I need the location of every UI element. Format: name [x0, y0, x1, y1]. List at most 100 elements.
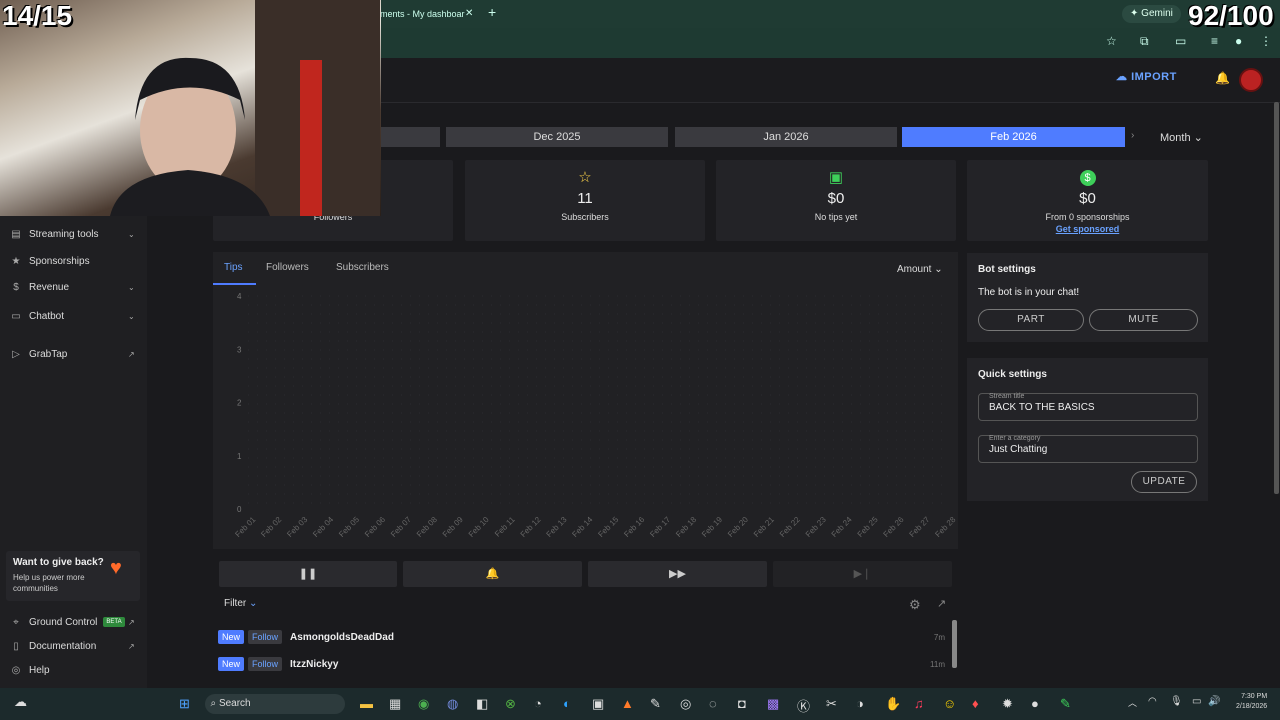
filter-select[interactable]: Filter ⌄	[224, 598, 257, 609]
pause-button[interactable]: ❚❚	[219, 561, 397, 587]
app-icon[interactable]: ✎	[1060, 696, 1071, 712]
calendar-icon[interactable]: ▩	[767, 696, 779, 712]
gear-icon[interactable]: ⚙	[909, 597, 921, 613]
music-icon[interactable]: ♫	[914, 696, 924, 711]
notifications-bell-icon[interactable]: 🔔	[1215, 71, 1230, 85]
xbox-icon[interactable]: ⊗	[505, 696, 516, 712]
new-tab-button[interactable]: +	[488, 4, 496, 20]
y-tick-label: 0	[237, 505, 242, 514]
taskbar-clock[interactable]: 7:30 PM 2/18/2026	[1236, 692, 1267, 712]
volume-icon[interactable]: 🔊	[1208, 696, 1220, 707]
tips-value: $0	[827, 190, 845, 207]
tab-tips[interactable]: Tips	[224, 262, 243, 273]
app-icon[interactable]: ✹	[1002, 696, 1013, 712]
quick-settings-title: Quick settings	[978, 369, 1047, 380]
give-back-card[interactable]: Want to give back? Help us power more co…	[6, 551, 140, 601]
profile-icon[interactable]: ●	[1235, 34, 1242, 48]
category-field[interactable]: Enter a category Just Chatting	[978, 435, 1198, 463]
display-icon[interactable]: ▭	[1192, 696, 1201, 707]
file-explorer-icon[interactable]: ▬	[360, 696, 373, 711]
sidebar-item-help[interactable]: ◎ Help	[0, 661, 147, 681]
skip-end-button[interactable]: ▶❘	[773, 561, 952, 587]
month-tab-feb[interactable]: Feb 2026	[902, 127, 1125, 147]
active-tab-underline	[213, 283, 256, 285]
star-icon: ★	[11, 256, 21, 267]
gemini-button[interactable]: ✦ Gemini	[1122, 5, 1181, 23]
x-tick-label: Feb 18	[674, 515, 698, 539]
popout-icon[interactable]: ↗	[937, 597, 946, 610]
give-back-text: Help us power more communities	[13, 573, 85, 593]
import-button[interactable]: ☁ IMPORT	[1116, 70, 1177, 83]
month-tab-previous[interactable]	[380, 127, 440, 147]
update-button[interactable]: UPDATE	[1131, 471, 1197, 493]
period-select[interactable]: Month ⌄	[1160, 131, 1203, 144]
clock-date: 2/18/2026	[1236, 703, 1268, 710]
stream-title-field[interactable]: Stream title BACK TO THE BASICS	[978, 393, 1198, 421]
cast-icon[interactable]: ▭	[1175, 34, 1186, 48]
list-item[interactable]: New Follow AsmongoldsDeadDad 7m	[218, 626, 953, 650]
chevron-right-icon[interactable]: ›	[1131, 130, 1134, 141]
tab-subscribers[interactable]: Subscribers	[336, 262, 389, 273]
menu-icon[interactable]: ⋮	[1260, 34, 1272, 48]
get-sponsored-link[interactable]: Get sponsored	[967, 224, 1208, 234]
app-icon[interactable]: ♦	[972, 696, 979, 711]
weather-icon[interactable]: ☁	[14, 694, 27, 710]
chevron-down-icon: ⌄	[128, 230, 135, 239]
discord-icon[interactable]: ◍	[447, 696, 458, 712]
sidebar-item-chatbot[interactable]: ▭ Chatbot ⌄	[0, 307, 147, 327]
alert-bell-button[interactable]: 🔔	[403, 561, 582, 587]
app-icon[interactable]: ✂	[826, 696, 837, 712]
avatar[interactable]	[1239, 68, 1263, 92]
chevron-down-icon: ⌄	[249, 598, 258, 609]
sidebar-item-grabtap[interactable]: ▷ GrabTap ↗	[0, 345, 147, 365]
tab-close-icon[interactable]: ✕	[465, 4, 473, 24]
app-icon[interactable]: ▣	[592, 696, 604, 712]
x-tick-label: Feb 05	[337, 515, 361, 539]
mute-button[interactable]: MUTE	[1089, 309, 1198, 331]
obs-icon[interactable]: ◎	[680, 696, 691, 712]
subscribers-card: ☆ 11 Subscribers	[465, 160, 705, 241]
network-icon[interactable]: ◠	[1148, 696, 1157, 707]
app-icon[interactable]: ●	[1031, 696, 1039, 711]
windows-start-icon[interactable]: ⊞	[179, 696, 190, 712]
reading-list-icon[interactable]: ≡	[1211, 34, 1218, 48]
sidebar-item-sponsorships[interactable]: ★ Sponsorships	[0, 252, 147, 272]
epic-games-icon[interactable]: ◧	[476, 696, 488, 712]
app-icon[interactable]: ◑	[856, 696, 864, 711]
bookmark-star-icon[interactable]: ☆	[1106, 34, 1117, 48]
app-icon[interactable]: ✋	[885, 696, 901, 712]
page-scrollbar[interactable]	[1274, 102, 1279, 494]
tab-followers[interactable]: Followers	[266, 262, 309, 273]
sidebar-item-documentation[interactable]: ▯ Documentation ↗	[0, 637, 147, 657]
sidebar-item-ground-control[interactable]: ⌖ Ground Control BETA ↗	[0, 613, 147, 633]
sidebar-item-streaming-tools[interactable]: ▤ Streaming tools ⌄	[0, 225, 147, 245]
app-icon[interactable]: ✎	[650, 696, 661, 712]
month-tab-jan[interactable]: Jan 2026	[675, 127, 897, 147]
y-tick-label: 1	[237, 452, 242, 461]
chevron-up-icon[interactable]: ︿	[1128, 696, 1137, 709]
y-tick-label: 3	[237, 345, 242, 354]
sidebar-item-revenue[interactable]: $ Revenue ⌄	[0, 278, 147, 298]
steam-icon[interactable]: ◔	[534, 696, 542, 711]
part-button[interactable]: PART	[978, 309, 1084, 331]
store-icon[interactable]: ▦	[389, 696, 401, 712]
app-icon[interactable]: ◘	[738, 696, 746, 711]
amount-select[interactable]: Amount ⌄	[897, 264, 943, 275]
app-icon[interactable]: Ⓚ	[797, 696, 810, 715]
microphone-icon[interactable]: 🎙	[1170, 696, 1183, 707]
list-item[interactable]: New Follow ItzzNickyy 11m	[218, 653, 953, 677]
app-icon[interactable]: ☺	[943, 696, 956, 711]
month-tab-dec[interactable]: Dec 2025	[446, 127, 668, 147]
webcam-figure	[110, 0, 380, 216]
chrome-icon[interactable]: ◉	[418, 696, 429, 712]
taskbar-search[interactable]: ⌕ Search	[205, 694, 345, 714]
import-label: IMPORT	[1131, 71, 1177, 83]
browser-tab[interactable]: ments - My dashboar ✕	[380, 4, 480, 24]
app-icon[interactable]: ◌	[709, 696, 717, 711]
edge-icon[interactable]: ◐	[563, 696, 571, 711]
x-tick-label: Feb 06	[363, 515, 387, 539]
skip-button[interactable]: ▶▶	[588, 561, 767, 587]
feed-scrollbar[interactable]	[952, 620, 957, 668]
app-icon[interactable]: ▲	[621, 696, 634, 711]
extensions-icon[interactable]: ⧉	[1140, 34, 1149, 49]
